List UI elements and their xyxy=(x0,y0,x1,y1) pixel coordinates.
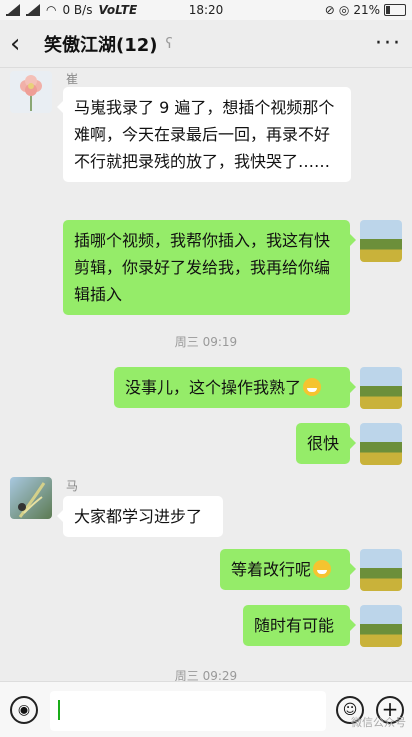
flower-icon xyxy=(20,75,42,111)
status-bar: ◠ 0 B/s VoLTE 18:20 ⊘ ◎ 21% xyxy=(0,0,412,20)
grin-emoji-icon xyxy=(303,378,322,396)
more-icon[interactable]: ··· xyxy=(375,31,402,56)
input-bar: ◉ ☺ + 微信公众号 xyxy=(0,681,412,737)
text-cursor xyxy=(58,700,60,720)
timestamp: 周三 09:19 xyxy=(174,335,238,349)
my-avatar[interactable] xyxy=(360,605,402,647)
my-avatar[interactable] xyxy=(360,423,402,465)
chat-title: 笑傲江湖(12) xyxy=(44,34,158,56)
message-bubble[interactable]: 没事儿，这个操作我熟了 xyxy=(114,367,356,408)
avatar[interactable] xyxy=(10,71,52,113)
back-icon[interactable]: ‹ xyxy=(10,29,40,59)
message-bubble[interactable]: 随时有可能 xyxy=(243,605,356,646)
message-bubble[interactable]: 很快 xyxy=(296,423,356,464)
message-bubble[interactable]: 大家都学习进步了 xyxy=(57,496,223,537)
message-bubble[interactable]: 插哪个视频，我帮你插入，我这有快剪辑，你录好了发给我，我再给你编辑插入 xyxy=(63,220,356,315)
sender-name: 马 xyxy=(66,479,79,493)
chat-header: ‹ 笑傲江湖(12) ʕ ··· xyxy=(0,20,412,68)
grass-icon xyxy=(18,482,46,518)
battery-icon xyxy=(384,4,406,16)
status-time: 18:20 xyxy=(188,3,224,17)
sender-name: 崔 xyxy=(66,72,79,86)
grin-emoji-icon xyxy=(313,560,332,578)
watermark: 微信公众号 xyxy=(351,716,406,729)
message-input[interactable] xyxy=(50,691,326,731)
message-bubble[interactable]: 等着改行呢 xyxy=(220,549,356,590)
message-text: 等着改行呢 xyxy=(231,560,312,579)
message-bubble[interactable]: 马嵬我录了 9 遍了，想插个视频那个难啊，今天在录最后一回，再录不好不行就把录残… xyxy=(57,87,351,182)
my-avatar[interactable] xyxy=(360,220,402,262)
my-avatar[interactable] xyxy=(360,367,402,409)
avatar[interactable] xyxy=(10,477,52,519)
message-text: 没事儿，这个操作我熟了 xyxy=(125,378,302,397)
ear-icon: ʕ xyxy=(165,35,173,52)
my-avatar[interactable] xyxy=(360,549,402,591)
voice-icon[interactable]: ◉ xyxy=(10,696,38,724)
